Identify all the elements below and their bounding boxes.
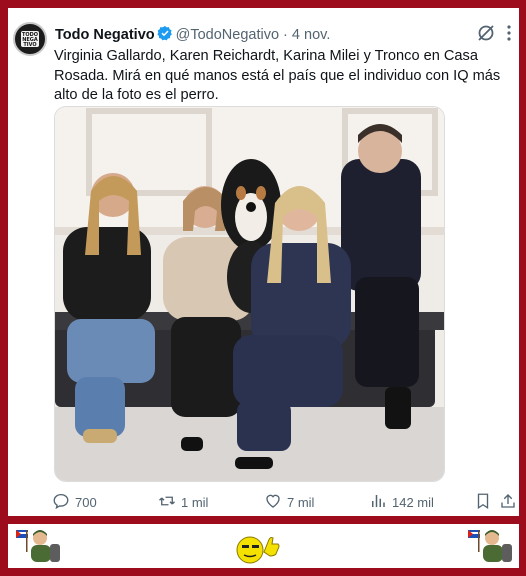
reply-count: 700 <box>75 494 97 510</box>
share-icon <box>499 492 522 513</box>
soldier-flag-left-icon <box>14 528 62 569</box>
avatar-logo-text: TODO NEGA TIVO <box>21 31 39 48</box>
views-icon <box>369 492 392 513</box>
like-button[interactable]: 7 mil <box>264 492 314 512</box>
bookmark-button[interactable] <box>474 492 497 512</box>
tweet-text: Virginia Gallardo, Karen Reichardt, Kari… <box>54 48 501 103</box>
verified-badge-icon <box>157 25 173 45</box>
tweet-header: Todo Negativo @TodoNegativo · 4 nov. <box>55 25 330 43</box>
tweet-card: TODO NEGA TIVO Todo Negativo @TodoNegativ… <box>8 8 519 516</box>
like-count: 7 mil <box>287 494 315 510</box>
author-handle[interactable]: @TodoNegativo <box>176 27 279 43</box>
repost-icon <box>158 492 181 513</box>
views-count: 142 mil <box>392 494 434 510</box>
footer-banner <box>8 524 519 568</box>
action-bar: 700 1 mil 7 mil 142 mil <box>8 492 519 512</box>
heart-icon <box>264 492 287 513</box>
reply-icon <box>52 492 75 513</box>
bookmark-icon <box>474 492 497 513</box>
reply-button[interactable]: 700 <box>52 492 97 512</box>
views-button[interactable]: 142 mil <box>369 492 434 512</box>
grok-icon[interactable] <box>476 23 496 43</box>
separator-dot: · <box>283 27 288 43</box>
smiley-thumbs-up-icon <box>234 530 282 569</box>
tweet-photo[interactable] <box>54 106 445 482</box>
repost-button[interactable]: 1 mil <box>158 492 208 512</box>
repost-count: 1 mil <box>181 494 209 510</box>
tweet-date[interactable]: 4 nov. <box>292 27 330 43</box>
author-name[interactable]: Todo Negativo <box>55 27 155 43</box>
share-button[interactable] <box>499 492 522 512</box>
soldier-flag-right-icon <box>466 528 514 569</box>
more-options-icon[interactable] <box>502 24 516 42</box>
author-avatar[interactable]: TODO NEGA TIVO <box>13 22 47 56</box>
